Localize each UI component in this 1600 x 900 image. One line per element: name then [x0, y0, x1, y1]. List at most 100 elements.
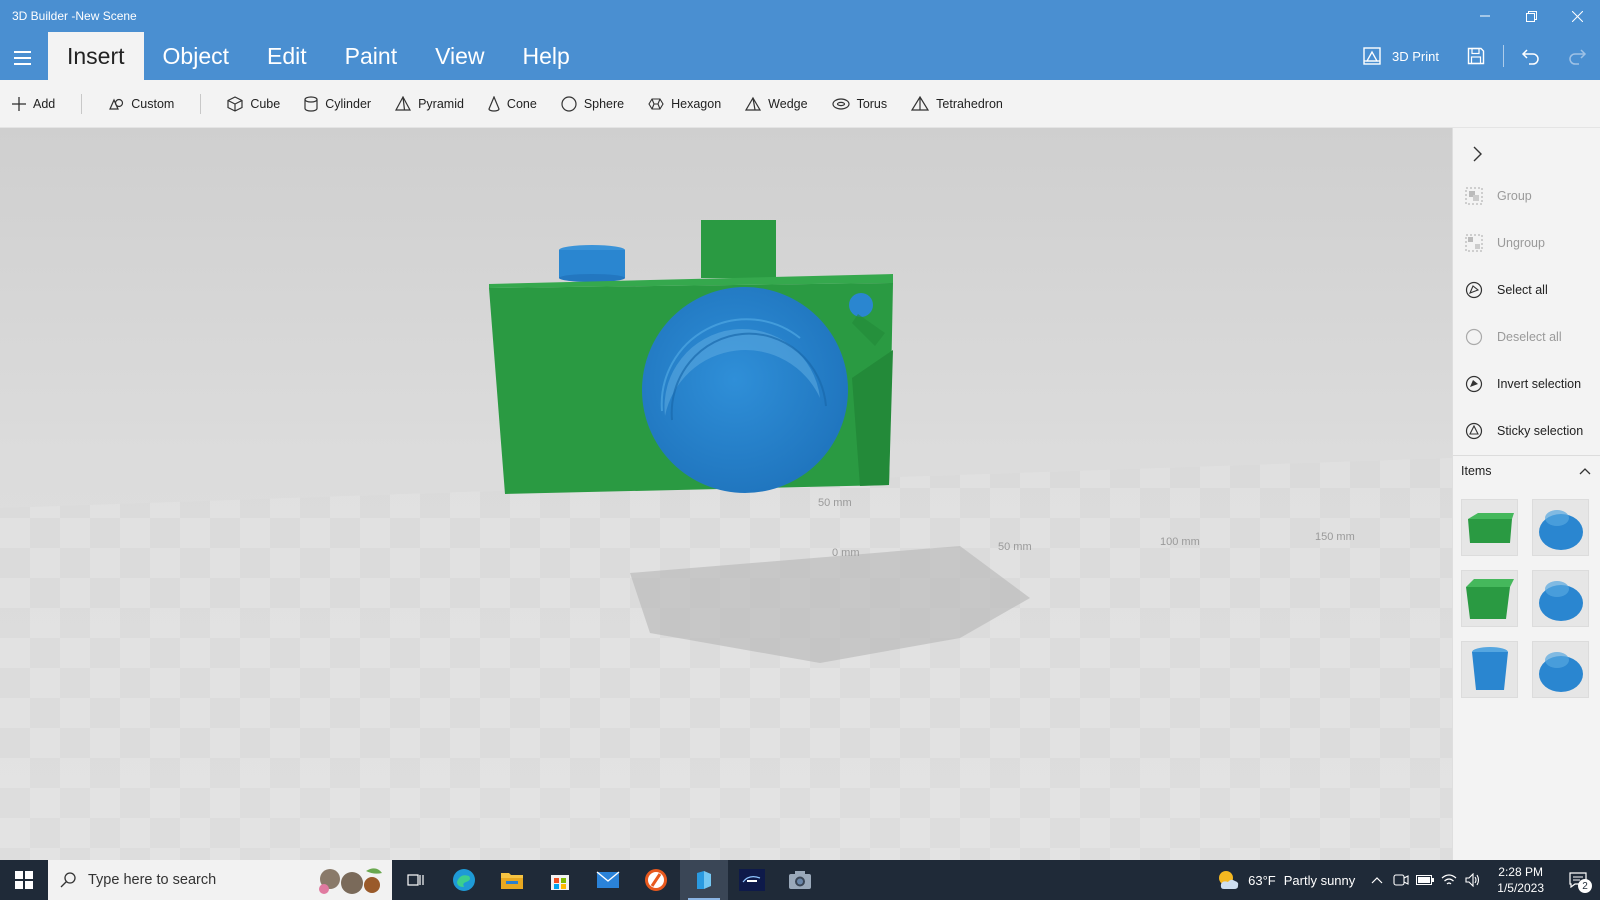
deselect-all-button[interactable]: Deselect all — [1453, 317, 1600, 357]
tab-paint[interactable]: Paint — [326, 32, 416, 80]
camera-button[interactable] — [849, 293, 873, 317]
camera-app[interactable] — [776, 860, 824, 900]
task-view-button[interactable] — [392, 860, 440, 900]
hexagon-label: Hexagon — [671, 96, 722, 111]
insert-wedge-button[interactable]: Wedge — [733, 80, 819, 128]
ruler-label: 50 mm — [998, 541, 1032, 553]
viewfinder-block[interactable] — [701, 220, 776, 278]
3d-print-label: 3D Print — [1392, 48, 1439, 64]
network-status[interactable] — [1437, 860, 1461, 900]
insert-cube-button[interactable]: Cube — [215, 80, 292, 128]
custom-button[interactable]: Custom — [96, 80, 186, 128]
disney-plus-app[interactable] — [728, 860, 776, 900]
invert-selection-label: Invert selection — [1497, 377, 1582, 391]
select-all-label: Select all — [1497, 283, 1548, 297]
scene-canvas[interactable]: 50 mm 0 mm 50 mm 100 mm 150 mm — [0, 128, 1452, 860]
battery-status[interactable] — [1413, 860, 1437, 900]
store-app[interactable] — [536, 860, 584, 900]
add-button[interactable]: Add — [0, 80, 67, 128]
ungroup-button[interactable]: Ungroup — [1453, 223, 1600, 263]
redo-button[interactable] — [1554, 36, 1600, 76]
wedge-label: Wedge — [768, 96, 808, 111]
folder-icon — [501, 873, 523, 889]
3d-builder-app[interactable] — [680, 860, 728, 900]
shutter-knob[interactable] — [559, 250, 625, 278]
task-view-icon — [407, 874, 424, 886]
minimize-icon — [1480, 15, 1490, 17]
3d-print-button[interactable]: 3D Print — [1348, 46, 1453, 66]
tab-help[interactable]: Help — [504, 32, 589, 80]
minimize-button[interactable] — [1462, 0, 1508, 32]
insert-hexagon-button[interactable]: Hexagon — [636, 80, 733, 128]
insert-tetrahedron-button[interactable]: Tetrahedron — [899, 80, 1015, 128]
weather-widget[interactable]: 63°F Partly sunny — [1206, 869, 1365, 891]
item-thumbnail[interactable] — [1461, 570, 1518, 627]
item-thumbnail[interactable] — [1532, 641, 1589, 698]
ribbon-tabs: Insert Object Edit Paint View Help — [48, 32, 589, 80]
select-all-button[interactable]: Select all — [1453, 270, 1600, 310]
cylinder-label: Cylinder — [325, 96, 372, 111]
item-thumbnail[interactable] — [1532, 499, 1589, 556]
chevron-up-icon — [1371, 877, 1383, 884]
item-thumbnail[interactable] — [1461, 641, 1518, 698]
items-header[interactable]: Items — [1453, 455, 1600, 485]
deselect-all-icon — [1465, 328, 1483, 346]
cone-icon — [488, 95, 500, 112]
ruler-label: 50 mm — [818, 497, 852, 509]
insert-torus-button[interactable]: Torus — [820, 80, 900, 128]
search-highlight-art — [319, 868, 382, 894]
save-icon — [1467, 47, 1485, 65]
partly-sunny-icon — [1219, 871, 1239, 889]
save-button[interactable] — [1453, 36, 1499, 76]
restore-button[interactable] — [1508, 0, 1554, 32]
tab-object[interactable]: Object — [144, 32, 248, 80]
show-hidden-icons-button[interactable] — [1365, 860, 1389, 900]
mail-app[interactable] — [584, 860, 632, 900]
system-tray: 63°F Partly sunny 2:28 PM 1/5/2023 2 — [1206, 860, 1600, 900]
scene-viewport[interactable]: 50 mm 0 mm 50 mm 100 mm 150 mm — [0, 128, 1452, 860]
notification-center-button[interactable]: 2 — [1556, 860, 1600, 900]
close-button[interactable] — [1554, 0, 1600, 32]
undo-button[interactable] — [1508, 36, 1554, 76]
speaker-icon — [1465, 873, 1480, 887]
start-button[interactable] — [0, 860, 48, 900]
insert-cylinder-button[interactable]: Cylinder — [292, 80, 383, 128]
tetrahedron-icon — [911, 95, 930, 111]
tab-view[interactable]: View — [416, 32, 503, 80]
blue-cylinder-thumbnail — [1538, 509, 1583, 550]
taskbar-search[interactable]: Type here to search — [48, 860, 392, 900]
file-explorer-app[interactable] — [488, 860, 536, 900]
item-thumbnail[interactable] — [1532, 570, 1589, 627]
system-clock[interactable]: 2:28 PM 1/5/2023 — [1485, 864, 1556, 896]
item-thumbnail[interactable] — [1461, 499, 1518, 556]
title-bar: 3D Builder -New Scene — [0, 0, 1600, 32]
office-app[interactable] — [632, 860, 680, 900]
chevron-right-icon — [1473, 146, 1482, 162]
clock-time: 2:28 PM — [1498, 865, 1543, 879]
office-icon — [645, 869, 667, 891]
ruler-label: 150 mm — [1315, 531, 1355, 543]
invert-selection-button[interactable]: Invert selection — [1453, 364, 1600, 404]
tab-insert[interactable]: Insert — [48, 32, 144, 80]
deselect-all-label: Deselect all — [1497, 330, 1562, 344]
custom-label: Custom — [131, 96, 175, 111]
volume-control[interactable] — [1461, 860, 1485, 900]
menu-button[interactable] — [0, 38, 44, 78]
pyramid-icon — [395, 95, 412, 111]
build-plate — [0, 458, 1452, 860]
search-placeholder: Type here to search — [88, 872, 217, 888]
insert-pyramid-button[interactable]: Pyramid — [383, 80, 476, 128]
group-button[interactable]: Group — [1453, 176, 1600, 216]
pyramid-label: Pyramid — [418, 96, 464, 111]
header-separator — [1503, 45, 1504, 67]
weather-temperature: 63°F — [1248, 872, 1276, 888]
insert-sphere-button[interactable]: Sphere — [549, 80, 636, 128]
meet-now-button[interactable] — [1389, 860, 1413, 900]
collapse-panel-button[interactable] — [1461, 138, 1493, 170]
edge-app[interactable] — [440, 860, 488, 900]
webcam-icon — [1393, 874, 1409, 886]
sticky-selection-button[interactable]: Sticky selection — [1453, 411, 1600, 451]
insert-cone-button[interactable]: Cone — [476, 80, 549, 128]
tab-edit[interactable]: Edit — [248, 32, 326, 80]
edge-icon — [453, 869, 475, 891]
